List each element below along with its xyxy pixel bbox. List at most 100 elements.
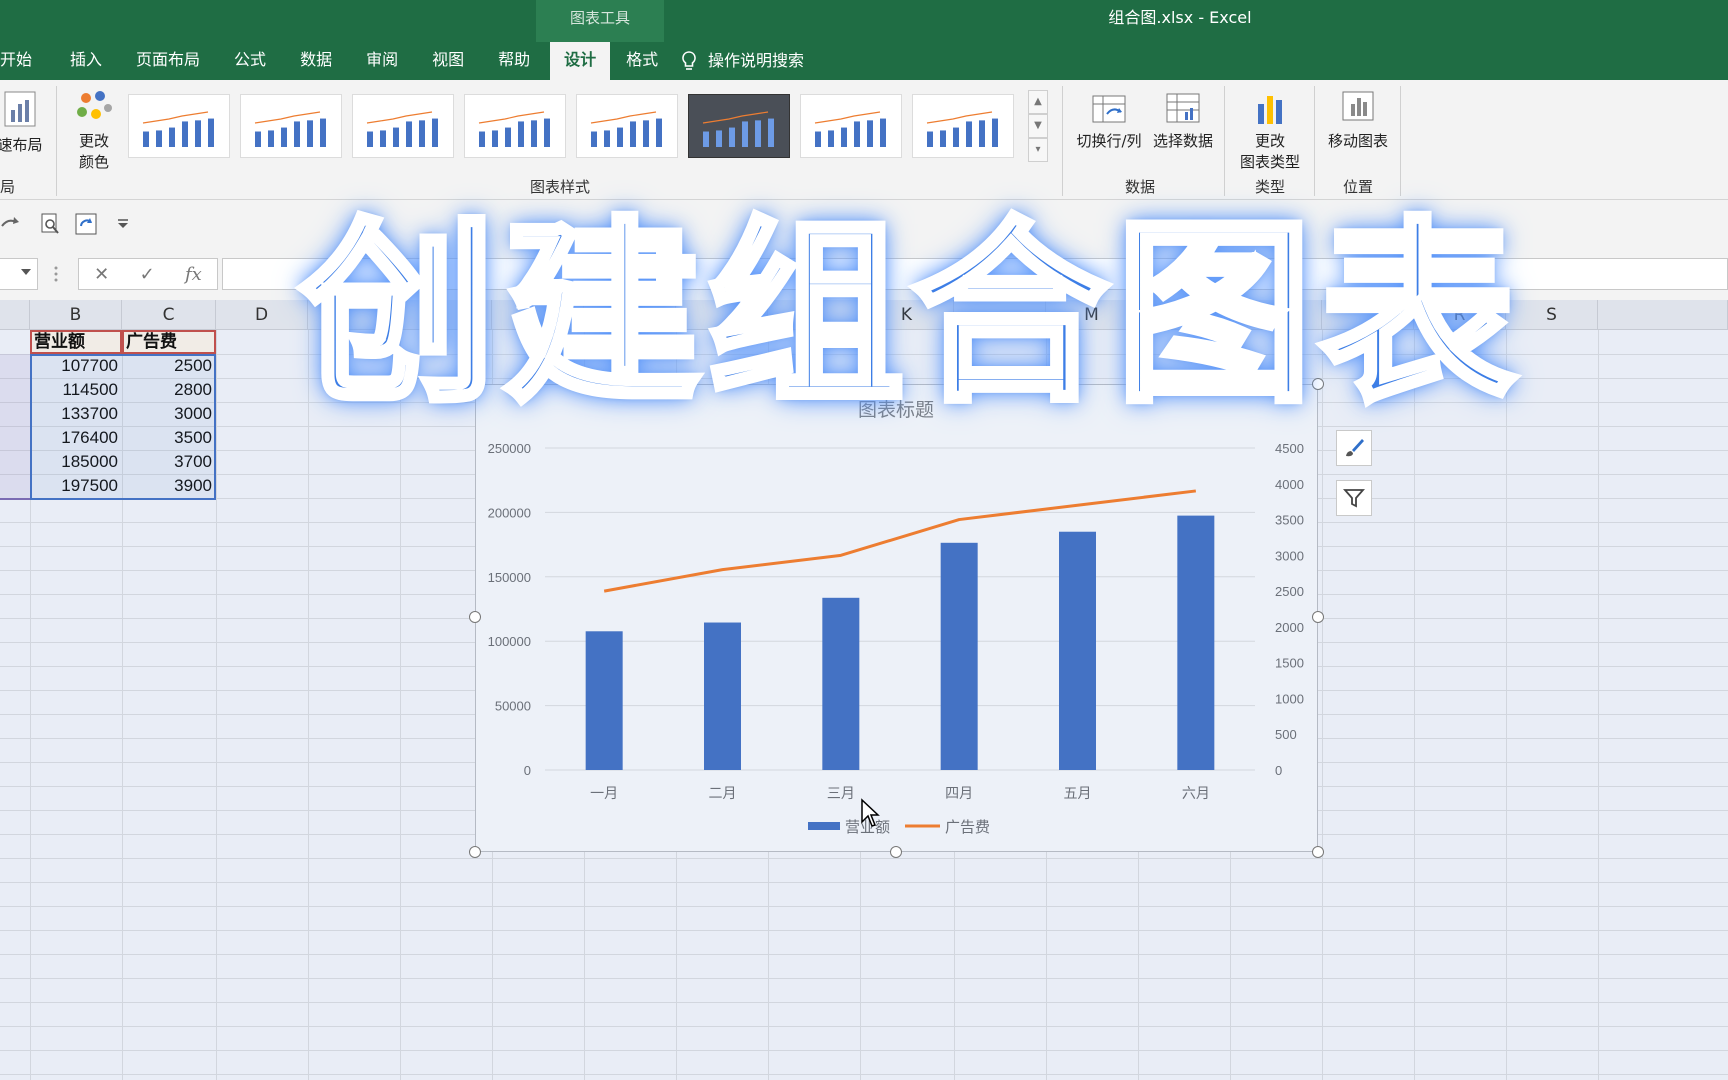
print-preview-icon[interactable] bbox=[38, 212, 62, 236]
chevron-down-icon bbox=[21, 269, 31, 275]
chart-style-thumbnail[interactable] bbox=[912, 94, 1014, 158]
gallery-scroll[interactable]: ▲ ▼ ▾ bbox=[1028, 90, 1048, 164]
tab-insert[interactable]: 插入 bbox=[56, 42, 116, 80]
chart-style-thumbnail[interactable] bbox=[464, 94, 566, 158]
confirm-icon[interactable]: ✓ bbox=[140, 264, 155, 285]
bar-revenue[interactable] bbox=[822, 597, 860, 770]
cancel-icon[interactable]: ✕ bbox=[94, 264, 109, 285]
change-chart-type-button[interactable]: 更改 图表类型 bbox=[1232, 90, 1308, 172]
chart-style-thumbnail[interactable] bbox=[576, 94, 678, 158]
chart-style-thumbnail[interactable] bbox=[352, 94, 454, 158]
grid-line bbox=[0, 906, 1728, 907]
gallery-more-icon[interactable]: ▾ bbox=[1028, 138, 1048, 162]
palette-icon bbox=[77, 91, 112, 119]
name-box[interactable] bbox=[0, 258, 38, 290]
quick-layout-button[interactable]: 速布局 bbox=[0, 88, 44, 155]
filter-icon bbox=[1343, 489, 1365, 508]
chart-style-preview-icon bbox=[142, 111, 214, 147]
chart-style-thumbnail[interactable] bbox=[240, 94, 342, 158]
y-axis-tick-label: 150000 bbox=[488, 570, 531, 585]
bar-revenue[interactable] bbox=[1177, 515, 1215, 770]
switch-row-column-icon bbox=[1092, 95, 1126, 123]
chart-styles-button[interactable] bbox=[1336, 430, 1372, 466]
tab-review[interactable]: 审阅 bbox=[352, 42, 412, 80]
tab-home[interactable]: 开始 bbox=[0, 42, 46, 80]
bar-revenue[interactable] bbox=[940, 542, 978, 770]
grid-line bbox=[0, 978, 1728, 979]
refresh-icon[interactable] bbox=[74, 212, 98, 236]
line-ad-cost[interactable] bbox=[603, 489, 1197, 593]
move-chart-button[interactable]: 移动图表 bbox=[1320, 90, 1396, 151]
tab-page-layout[interactable]: 页面布局 bbox=[122, 42, 214, 80]
x-axis-tick-label: 六月 bbox=[1182, 786, 1210, 802]
gallery-up-icon[interactable]: ▲ bbox=[1028, 90, 1048, 114]
grid-line bbox=[1506, 330, 1507, 1080]
tab-format[interactable]: 格式 bbox=[612, 42, 672, 80]
quick-layout-icon bbox=[4, 91, 36, 127]
tab-formulas[interactable]: 公式 bbox=[220, 42, 280, 80]
paintbrush-icon bbox=[1346, 439, 1364, 457]
insert-function-icon[interactable]: fx bbox=[185, 264, 202, 285]
column-header-d[interactable]: D bbox=[216, 300, 308, 330]
chart-style-preview-icon bbox=[478, 111, 550, 147]
tell-me-search[interactable]: 操作说明搜索 bbox=[680, 42, 804, 80]
document-title: 组合图.xlsx - Excel bbox=[1108, 8, 1252, 27]
grid-line bbox=[0, 1026, 1728, 1027]
tab-data[interactable]: 数据 bbox=[286, 42, 346, 80]
bar-revenue[interactable] bbox=[704, 622, 741, 770]
location-group-label: 位置 bbox=[1342, 178, 1373, 196]
bar-revenue[interactable] bbox=[1059, 531, 1096, 770]
resize-handle[interactable] bbox=[1312, 611, 1324, 623]
grid-line bbox=[0, 1074, 1728, 1075]
column-header-t[interactable] bbox=[1598, 300, 1728, 330]
customize-toolbar-icon[interactable] bbox=[116, 218, 130, 230]
y2-axis-tick-label: 1000 bbox=[1275, 691, 1304, 706]
chart-styles-group-label: 图表样式 bbox=[529, 178, 590, 196]
gallery-down-icon[interactable]: ▼ bbox=[1028, 114, 1048, 138]
change-chart-type-label-2: 图表类型 bbox=[1239, 153, 1300, 171]
redo-icon[interactable] bbox=[0, 214, 22, 234]
change-colors-button[interactable]: 更改 颜色 bbox=[66, 90, 122, 172]
grid-line bbox=[0, 858, 1728, 859]
resize-handle[interactable] bbox=[1312, 846, 1324, 858]
column-header-c[interactable]: C bbox=[122, 300, 216, 330]
tab-design[interactable]: 设计 bbox=[550, 42, 611, 80]
chart-filters-button[interactable] bbox=[1336, 480, 1372, 516]
ribbon: 速布局 局 更改 颜色 ▲ ▼ ▾ 图表样式 切换行/列 选择数据 数据 更改 … bbox=[0, 80, 1728, 200]
chart-style-thumbnail[interactable] bbox=[128, 94, 230, 158]
grid-line bbox=[400, 330, 401, 1080]
chart-style-preview-icon bbox=[702, 111, 774, 147]
tab-view[interactable]: 视图 bbox=[418, 42, 478, 80]
select-data-button[interactable]: 选择数据 bbox=[1148, 90, 1218, 151]
chart-style-thumbnail[interactable] bbox=[800, 94, 902, 158]
grid-line bbox=[1598, 330, 1599, 1080]
resize-handle[interactable] bbox=[469, 846, 481, 858]
layout-group-label: 局 bbox=[0, 178, 16, 196]
y2-axis-tick-label: 4000 bbox=[1275, 477, 1304, 492]
type-group-label: 类型 bbox=[1254, 178, 1285, 196]
grid-line bbox=[0, 1050, 1728, 1051]
combo-chart[interactable]: 图表标题 05000010000015000020000025000005001… bbox=[475, 384, 1318, 852]
bar-revenue[interactable] bbox=[585, 631, 623, 770]
tell-me-label: 操作说明搜索 bbox=[708, 51, 805, 70]
series-name-range-b bbox=[30, 330, 122, 354]
switch-row-column-button[interactable]: 切换行/列 bbox=[1074, 90, 1144, 151]
grid-line bbox=[0, 930, 1728, 931]
resize-handle[interactable] bbox=[469, 611, 481, 623]
y2-axis-tick-label: 3000 bbox=[1275, 548, 1304, 563]
y-axis-tick-label: 0 bbox=[524, 763, 531, 778]
move-chart-icon bbox=[1342, 91, 1374, 121]
tab-help[interactable]: 帮助 bbox=[484, 42, 544, 80]
more-dots-icon bbox=[54, 266, 58, 282]
legend-label-ad-cost[interactable]: 广告费 bbox=[945, 818, 990, 836]
y2-axis-tick-label: 2500 bbox=[1275, 584, 1304, 599]
chart-style-thumbnail[interactable] bbox=[688, 94, 790, 158]
column-header-a[interactable] bbox=[0, 300, 30, 330]
resize-handle[interactable] bbox=[890, 846, 902, 858]
x-axis-tick-label: 三月 bbox=[827, 786, 855, 802]
chart-style-preview-icon bbox=[254, 111, 326, 147]
quick-layout-label: 速布局 bbox=[0, 136, 43, 154]
column-header-b[interactable]: B bbox=[30, 300, 122, 330]
grid-line bbox=[0, 882, 1728, 883]
lightbulb-icon bbox=[682, 51, 696, 70]
